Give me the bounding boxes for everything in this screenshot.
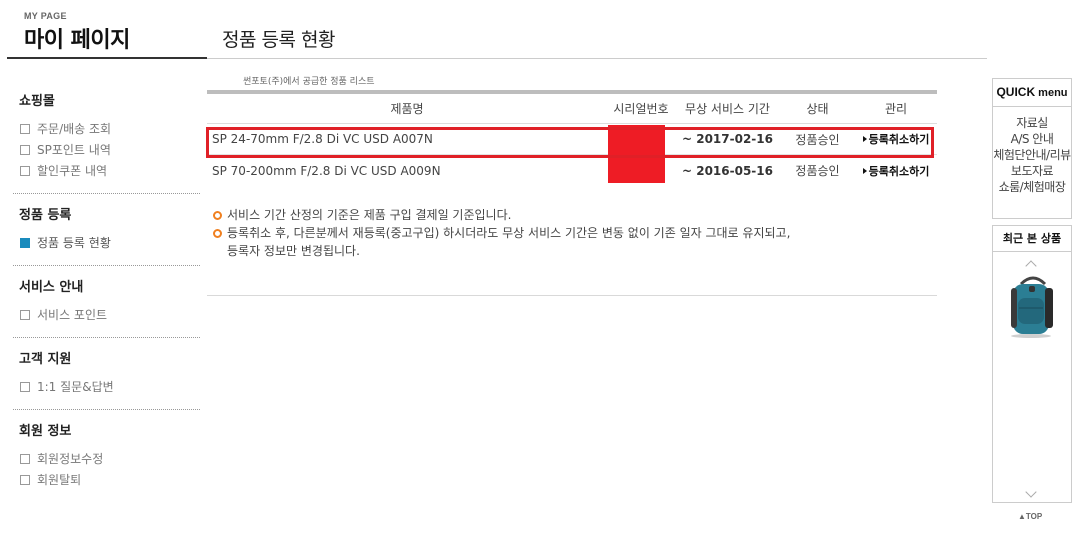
sidebar-item-edit-profile[interactable]: 회원정보수정 — [13, 448, 200, 469]
sidebar-item-sp-points[interactable]: SP포인트 내역 — [13, 139, 200, 160]
backpack-product-image[interactable] — [1005, 274, 1061, 340]
back-to-top-button[interactable]: ▲TOP — [1018, 512, 1042, 521]
cancel-registration-button[interactable]: 등록취소하기 — [862, 163, 930, 179]
table-row: SP 70-200mm F/2.8 Di VC USD A009N ~ 2016… — [207, 155, 937, 186]
sidebar-heading: 쇼핑몰 — [19, 94, 55, 109]
service-period: ~ 2017-02-16 — [682, 132, 773, 146]
sidebar-item-order-tracking[interactable]: 주문/배송 조회 — [13, 118, 200, 139]
notice-item: 등록취소 후, 다른분께서 재등록(중고구입) 하시더라도 무상 서비스 기간은… — [213, 224, 790, 260]
table-row: SP 24-70mm F/2.8 Di VC USD A007N ~ 2017-… — [207, 124, 937, 155]
column-header-product: 제품명 — [390, 102, 424, 116]
status-value: 정품승인 — [795, 164, 840, 178]
triangle-right-icon — [862, 136, 867, 142]
triangle-right-icon — [862, 167, 867, 174]
checkbox-icon — [20, 474, 30, 485]
bullet-icon — [213, 229, 222, 238]
recent-products-title: 최근 본 상품 — [993, 226, 1071, 252]
cancel-registration-button[interactable]: 등록취소하기 — [862, 131, 930, 147]
notice-list: 서비스 기간 산정의 기준은 제품 구입 결제일 기준입니다. 등록취소 후, … — [213, 206, 790, 260]
page-title: 정품 등록 현황 — [222, 29, 335, 51]
sidebar-item-label: 1:1 질문&답변 — [37, 380, 114, 394]
recent-products-panel: 최근 본 상품 — [992, 225, 1072, 503]
sidebar-item-label: 회원탈퇴 — [37, 473, 82, 487]
sidebar-item-label: 할인쿠폰 내역 — [37, 164, 108, 178]
sidebar-item-label: 회원정보수정 — [37, 452, 104, 466]
cancel-registration-label: 등록취소하기 — [868, 133, 930, 146]
checkbox-icon — [20, 381, 30, 392]
column-header-period: 무상 서비스 기간 — [685, 102, 770, 116]
checkbox-icon — [20, 123, 30, 134]
service-period: ~ 2016-05-16 — [682, 163, 773, 178]
quick-item-as-info[interactable]: A/S 안내 — [993, 131, 1071, 147]
sidebar-item-label: 주문/배송 조회 — [37, 122, 112, 136]
sidebar-item-withdraw[interactable]: 회원탈퇴 — [13, 469, 200, 490]
quick-menu-title: QUICK menu — [993, 79, 1071, 107]
status-value: 정품승인 — [795, 132, 840, 147]
checkbox-icon — [20, 237, 30, 248]
registration-table: 제품명 시리얼번호 무상 서비스 기간 상태 관리 SP 24-70mm F/2… — [207, 90, 937, 186]
mypage-eyebrow: MY PAGE — [24, 11, 67, 21]
product-name: SP 70-200mm F/2.8 Di VC USD A009N — [212, 163, 441, 178]
checkbox-icon — [20, 453, 30, 464]
sidebar-item-coupons[interactable]: 할인쿠폰 내역 — [13, 160, 200, 181]
sidebar-item-label: 서비스 포인트 — [37, 308, 108, 322]
sidebar-section-registration: 정품 등록 정품 등록 현황 — [13, 194, 200, 266]
column-header-status: 상태 — [806, 102, 829, 116]
page-title-bar: 정품 등록 현황 — [207, 8, 987, 59]
column-header-serial: 시리얼번호 — [613, 102, 669, 116]
sidebar-section-shopping: 쇼핑몰 주문/배송 조회 SP포인트 내역 할인쿠폰 내역 — [13, 80, 200, 194]
sidebar-section-member: 회원 정보 회원정보수정 회원탈퇴 — [13, 410, 200, 490]
sidebar-nav: 쇼핑몰 주문/배송 조회 SP포인트 내역 할인쿠폰 내역 정품 등록 정품 등… — [13, 80, 200, 490]
chevron-up-icon[interactable] — [1025, 260, 1037, 272]
manage-cell: 등록취소하기 — [855, 131, 937, 147]
sidebar-item-qna[interactable]: 1:1 질문&답변 — [13, 376, 200, 397]
chevron-down-icon[interactable] — [1025, 486, 1037, 498]
column-header-manage: 관리 — [884, 102, 908, 116]
bullet-icon — [213, 211, 222, 220]
mypage-title[interactable]: 마이 페이지 — [24, 22, 130, 54]
product-name: SP 24-70mm F/2.8 Di VC USD A007N — [212, 132, 433, 146]
checkbox-icon — [20, 309, 30, 320]
sidebar-heading: 회원 정보 — [19, 424, 72, 439]
checkbox-icon — [20, 165, 30, 176]
serial-redaction — [608, 125, 665, 183]
checkbox-icon — [20, 144, 30, 155]
sidebar-heading: 정품 등록 — [19, 208, 72, 223]
sidebar-section-support: 고객 지원 1:1 질문&답변 — [13, 338, 200, 410]
cancel-registration-label: 등록취소하기 — [868, 164, 930, 178]
quick-item-showroom[interactable]: 쇼룸/체험매장 — [993, 179, 1071, 195]
sidebar-section-service: 서비스 안내 서비스 포인트 — [13, 266, 200, 338]
sidebar-heading: 고객 지원 — [19, 352, 72, 367]
divider — [207, 295, 937, 296]
sidebar-item-label: 정품 등록 현황 — [37, 236, 111, 250]
sidebar-item-service-points[interactable]: 서비스 포인트 — [13, 304, 200, 325]
notice-text: 등록취소 후, 다른분께서 재등록(중고구입) 하시더라도 무상 서비스 기간은… — [227, 226, 791, 258]
quick-item-review[interactable]: 체험단안내/리뷰 — [993, 147, 1071, 163]
quick-menu: QUICK menu 자료실 A/S 안내 체험단안내/리뷰 보도자료 쇼룸/체… — [992, 78, 1072, 219]
table-header: 제품명 시리얼번호 무상 서비스 기간 상태 관리 — [207, 94, 937, 124]
notice-item: 서비스 기간 산정의 기준은 제품 구입 결제일 기준입니다. — [213, 206, 790, 224]
list-caption: 썬포토(주)에서 공급한 정품 리스트 — [243, 77, 375, 87]
manage-cell: 등록취소하기 — [855, 163, 937, 179]
notice-text: 서비스 기간 산정의 기준은 제품 구입 결제일 기준입니다. — [227, 208, 512, 222]
quick-item-archive[interactable]: 자료실 — [993, 115, 1071, 131]
sidebar-item-registration-status[interactable]: 정품 등록 현황 — [13, 232, 200, 253]
quick-item-press[interactable]: 보도자료 — [993, 163, 1071, 179]
sidebar-heading: 서비스 안내 — [19, 280, 84, 295]
sidebar-item-label: SP포인트 내역 — [37, 143, 111, 157]
mypage-header: MY PAGE 마이 페이지 — [7, 8, 207, 59]
